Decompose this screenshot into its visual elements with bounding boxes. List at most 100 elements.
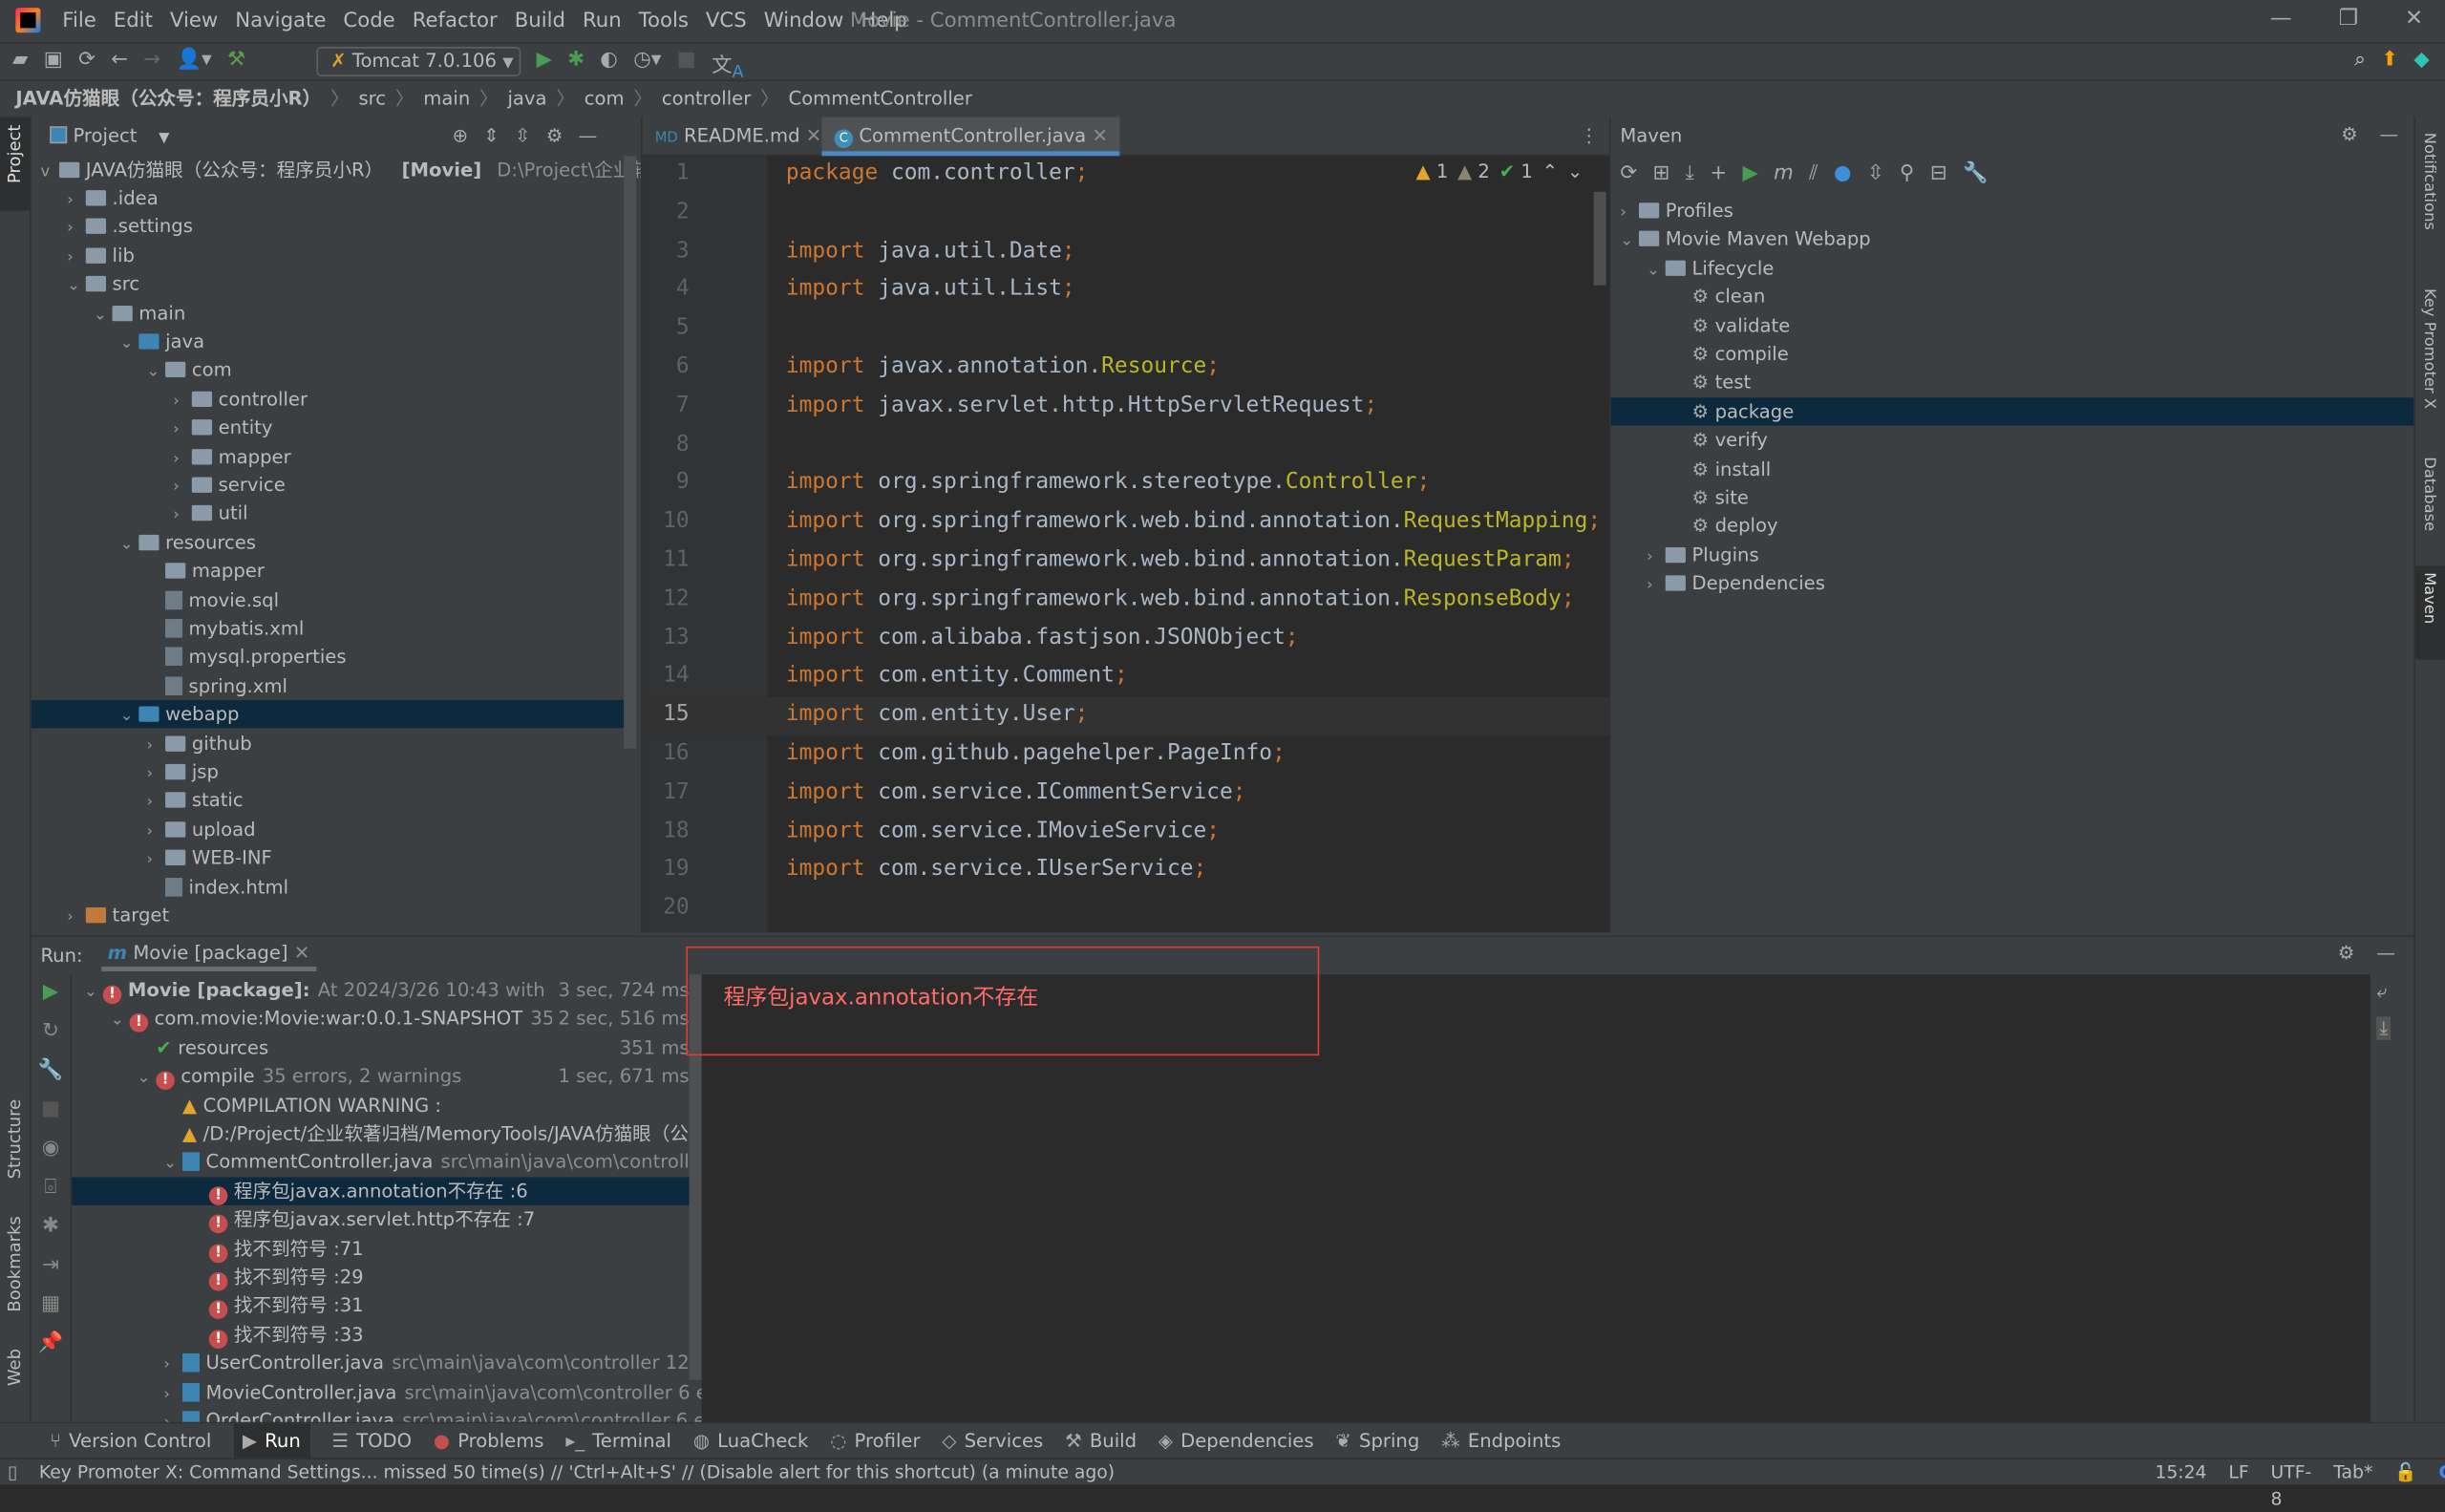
chevron-right-icon[interactable]: › xyxy=(1647,572,1666,600)
plugin-icon[interactable]: ◆ xyxy=(2413,49,2429,72)
gear-icon[interactable]: ⚙ xyxy=(546,117,563,154)
tree-item[interactable]: ⌄ webapp xyxy=(31,700,625,729)
tree-item[interactable]: › .settings xyxy=(32,213,624,241)
tree-item[interactable]: › mapper xyxy=(32,442,624,470)
chevron-right-icon[interactable]: › xyxy=(173,445,192,473)
chevron-down-icon[interactable]: ⌄ xyxy=(67,273,86,301)
chevron-right-icon[interactable]: › xyxy=(1647,543,1666,571)
toolwindow-run[interactable]: ▶ Run xyxy=(233,1423,310,1459)
toolwindow-spring[interactable]: ❦ Spring xyxy=(1335,1423,1419,1458)
chevron-right-icon[interactable]: › xyxy=(146,733,165,760)
stripe-web[interactable]: Web xyxy=(5,1349,25,1386)
stripe-bookmarks[interactable]: Bookmarks xyxy=(5,1216,25,1311)
run-tree-item[interactable]: › OrderController.java src\main\java\com\c… xyxy=(72,1406,702,1424)
chevron-right-icon[interactable]: › xyxy=(163,1352,182,1380)
next-highlight-icon[interactable]: ⌄ xyxy=(1567,160,1583,182)
menu-tools[interactable]: Tools xyxy=(639,10,689,32)
save-icon[interactable]: ▣ xyxy=(44,49,63,72)
skip-tests-icon[interactable]: ● xyxy=(1834,162,1852,185)
run-tree-item[interactable]: ! 程序包javax.annotation不存在 :6 xyxy=(72,1177,696,1205)
stripe-project[interactable]: Project xyxy=(5,125,25,183)
gear-icon[interactable]: ⚙ xyxy=(2341,123,2358,145)
menu-vcs[interactable]: VCS xyxy=(706,10,747,32)
chevron-right-icon[interactable]: › xyxy=(163,1381,182,1409)
run-icon[interactable]: ▶ xyxy=(537,49,552,82)
toolwindow-endpoints[interactable]: ⁂ Endpoints xyxy=(1441,1423,1561,1458)
chevron-right-icon[interactable]: › xyxy=(67,245,86,272)
menu-view[interactable]: View xyxy=(170,10,218,32)
close-tab-icon[interactable]: ✕ xyxy=(806,125,821,147)
chevron-right-icon[interactable]: › xyxy=(146,761,165,789)
menu-build[interactable]: Build xyxy=(515,10,565,32)
lock-icon[interactable]: 🔓 xyxy=(2394,1459,2416,1512)
prev-highlight-icon[interactable]: ⌃ xyxy=(1542,160,1558,182)
tree-item[interactable]: ⌄ resources xyxy=(32,528,624,556)
chevron-down-icon[interactable]: ⌄ xyxy=(120,704,139,732)
pin-icon[interactable]: 📌 xyxy=(38,1331,63,1354)
menu-code[interactable]: Code xyxy=(343,10,394,32)
chevron-right-icon[interactable]: › xyxy=(173,502,192,530)
run-tree-item[interactable]: ▲/D:/Project/企业软著归档/MemoryTools/JAVA仿猫眼（… xyxy=(72,1119,702,1147)
project-scrollbar[interactable] xyxy=(624,156,637,749)
toolwindow-version-control[interactable]: ⑂ Version Control xyxy=(50,1423,211,1458)
code-line[interactable]: import com.alibaba.fastjson.JSONObject; xyxy=(786,625,1299,650)
toolwindow-luacheck[interactable]: ◍ LuaCheck xyxy=(693,1423,809,1458)
tree-item[interactable]: spring.xml xyxy=(32,671,624,699)
download-icon[interactable]: ⤓ xyxy=(1686,162,1694,185)
chevron-right-icon[interactable]: › xyxy=(173,474,192,501)
maven-item[interactable]: › Plugins xyxy=(1611,541,2414,568)
tab-commentcontroller[interactable]: C CommentController.java ✕ xyxy=(821,117,1120,157)
chevron-right-icon[interactable]: › xyxy=(67,187,86,215)
maven-item[interactable]: ⚙ deploy xyxy=(1611,512,2414,540)
chevron-right-icon[interactable]: › xyxy=(67,216,86,244)
chevron-down-icon[interactable]: ⌄ xyxy=(1647,257,1666,285)
rerun-icon[interactable]: ▶ xyxy=(43,981,58,1004)
project-title[interactable]: Project xyxy=(73,125,137,147)
google-icon[interactable]: G xyxy=(2438,1459,2445,1512)
tree-item[interactable]: › upload xyxy=(32,815,624,842)
search-icon[interactable]: ⌕ xyxy=(2354,49,2366,72)
collapse-all-icon[interactable]: ⇳ xyxy=(515,117,530,154)
tree-item[interactable]: ⌄ main xyxy=(32,299,624,327)
tree-item[interactable]: › target xyxy=(32,902,624,929)
code-line[interactable]: import org.springframework.web.bind.anno… xyxy=(786,586,1575,610)
eye-icon[interactable]: ◉ xyxy=(42,1137,60,1160)
breadcrumb-item[interactable]: src xyxy=(358,81,386,117)
run-tree-item[interactable]: ! 程序包javax.servlet.http不存在 :7 xyxy=(72,1205,695,1234)
code-line[interactable]: package com.controller; xyxy=(786,160,1089,185)
code-line[interactable]: import com.entity.Comment; xyxy=(786,663,1128,688)
menu-file[interactable]: File xyxy=(62,10,96,32)
close-tab-icon[interactable]: ✕ xyxy=(1092,125,1107,147)
maven-item[interactable]: ⚙ compile xyxy=(1611,340,2414,368)
stripe-key-promoter[interactable]: Key Promoter X xyxy=(2420,288,2437,409)
collapse-icon[interactable]: ⇳ xyxy=(1867,162,1884,185)
chevron-down-icon[interactable]: ⌄ xyxy=(120,330,139,358)
rerun-failed-icon[interactable]: ↻ xyxy=(42,1020,59,1043)
login-icon[interactable]: ⇥ xyxy=(42,1253,59,1276)
code-line[interactable]: import com.service.IMovieService; xyxy=(786,818,1220,842)
hide-icon[interactable]: — xyxy=(2376,942,2395,964)
chevron-down-icon[interactable]: ▼ xyxy=(159,131,169,146)
code-line[interactable]: import com.entity.User; xyxy=(786,702,1089,727)
code-line[interactable]: import org.springframework.web.bind.anno… xyxy=(786,547,1575,572)
reload-icon[interactable]: ⟳ xyxy=(1620,162,1637,185)
update-icon[interactable]: ⬆ xyxy=(2381,49,2398,72)
maven-item[interactable]: ⌄ Lifecycle xyxy=(1611,254,2414,282)
breadcrumb-item[interactable]: controller xyxy=(662,81,751,117)
tree-item[interactable]: ⌄ java xyxy=(32,328,624,355)
tree-item[interactable]: › .idea xyxy=(32,184,624,212)
run-tree-item[interactable]: ! 找不到符号 :71 xyxy=(72,1234,695,1263)
tab-readme[interactable]: MD README.md ✕ xyxy=(655,117,821,156)
locate-icon[interactable]: ⊕ xyxy=(452,117,467,154)
chevron-right-icon[interactable]: › xyxy=(146,790,165,818)
code-line[interactable]: import com.service.IUserService; xyxy=(786,857,1206,882)
add-icon[interactable]: + xyxy=(1710,162,1727,185)
toolwindow-dependencies[interactable]: ◈ Dependencies xyxy=(1159,1423,1314,1458)
tree-item[interactable]: › static xyxy=(32,786,624,814)
build-hammer-icon[interactable]: ⚒ xyxy=(227,49,245,72)
code-line[interactable]: import java.util.Date; xyxy=(786,238,1075,263)
toolwindow-terminal[interactable]: ▸_ Terminal xyxy=(565,1423,671,1458)
minimize-button[interactable]: — xyxy=(2270,7,2292,32)
run-tree-item[interactable]: › UserController.java src\main\java\com\co… xyxy=(72,1349,701,1376)
more-tabs-icon[interactable]: ⋮ xyxy=(1580,125,1599,147)
